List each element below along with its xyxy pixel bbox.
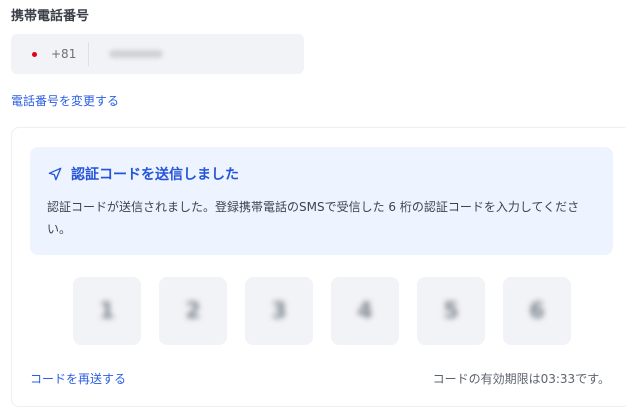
code-digit-value: 5	[443, 298, 459, 324]
resend-code-link[interactable]: コードを再送する	[30, 370, 126, 387]
code-digit-3[interactable]: 3	[245, 277, 313, 345]
code-sent-notice: 認証コードを送信しました 認証コードが送信されました。登録携帯電話のSMSで受信…	[30, 147, 613, 255]
code-digit-value: 4	[357, 298, 373, 324]
code-digit-value: 3	[271, 298, 287, 324]
japan-flag-icon	[32, 51, 37, 57]
code-digit-4[interactable]: 4	[331, 277, 399, 345]
code-digit-value: 2	[185, 298, 201, 324]
code-expiry-text: コードの有効期限は03:33です。	[432, 372, 610, 386]
notice-title: 認証コードを送信しました	[71, 167, 239, 183]
code-digit-6[interactable]: 6	[503, 277, 571, 345]
notice-body: 認証コードが送信されました。登録携帯電話のSMSで受信した 6 桁の認証コードを…	[47, 200, 580, 236]
notice-title-row: 認証コードを送信しました	[48, 164, 239, 184]
country-code[interactable]: +81	[51, 47, 76, 61]
send-icon	[48, 167, 62, 181]
code-digit-5[interactable]: 5	[417, 277, 485, 345]
field-divider	[88, 42, 90, 66]
code-digit-value: 6	[529, 298, 545, 324]
code-digit-value: 1	[99, 298, 115, 324]
phone-label: 携帯電話番号	[11, 9, 90, 24]
code-input-row: 1 2 3 4 5 6	[73, 277, 571, 345]
phone-number-field[interactable]: +81	[11, 34, 304, 74]
masked-phone-number	[109, 50, 164, 58]
change-phone-link[interactable]: 電話番号を変更する	[11, 92, 119, 109]
code-digit-1[interactable]: 1	[73, 277, 141, 345]
code-digit-2[interactable]: 2	[159, 277, 227, 345]
